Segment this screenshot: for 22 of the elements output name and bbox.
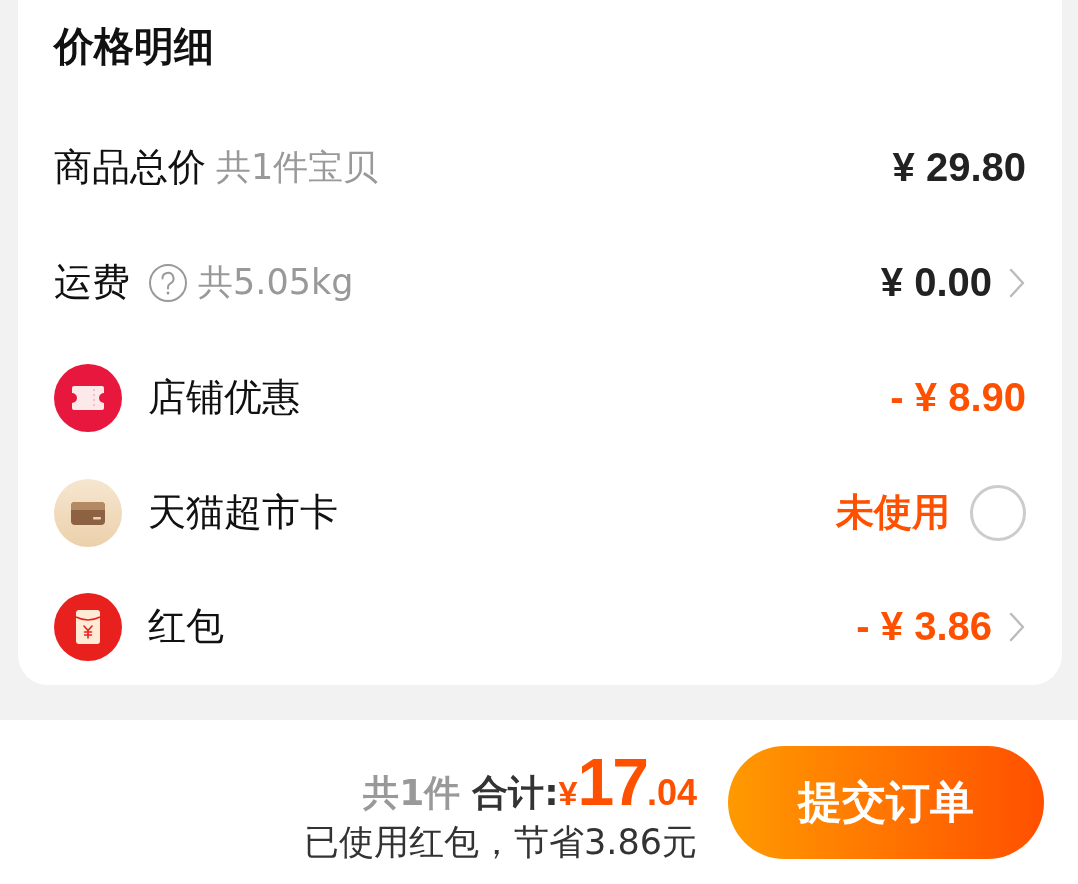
row-label: 店铺优惠: [148, 374, 300, 421]
envelope-icon: [54, 592, 122, 661]
row-amount: ¥ 0.00: [880, 260, 992, 305]
usage-status: 未使用: [836, 489, 950, 536]
row-label: 红包: [148, 603, 224, 650]
ticket-icon: [54, 363, 122, 432]
help-icon[interactable]: [148, 262, 188, 303]
submit-order-button[interactable]: 提交订单: [728, 745, 1044, 859]
card-icon: [54, 478, 122, 547]
row-label: 商品总价: [54, 144, 206, 191]
row-note: 共5.05kg: [198, 261, 354, 304]
row-amount: - ¥ 3.86: [856, 604, 992, 649]
total-price: ¥17.04: [558, 748, 697, 815]
row-amount: ¥ 29.80: [892, 145, 1026, 190]
row-label: 运费: [54, 259, 130, 306]
row-amount: - ¥ 8.90: [890, 375, 1026, 420]
total-label: 合计:: [472, 774, 559, 811]
row-label: 天猫超市卡: [148, 489, 338, 536]
card-title: 价格明细: [54, 22, 215, 71]
item-count: 共1件: [363, 774, 461, 811]
savings-note: 已使用红包，节省3.86元: [304, 820, 697, 864]
row-note: 共1件宝贝: [216, 146, 379, 189]
